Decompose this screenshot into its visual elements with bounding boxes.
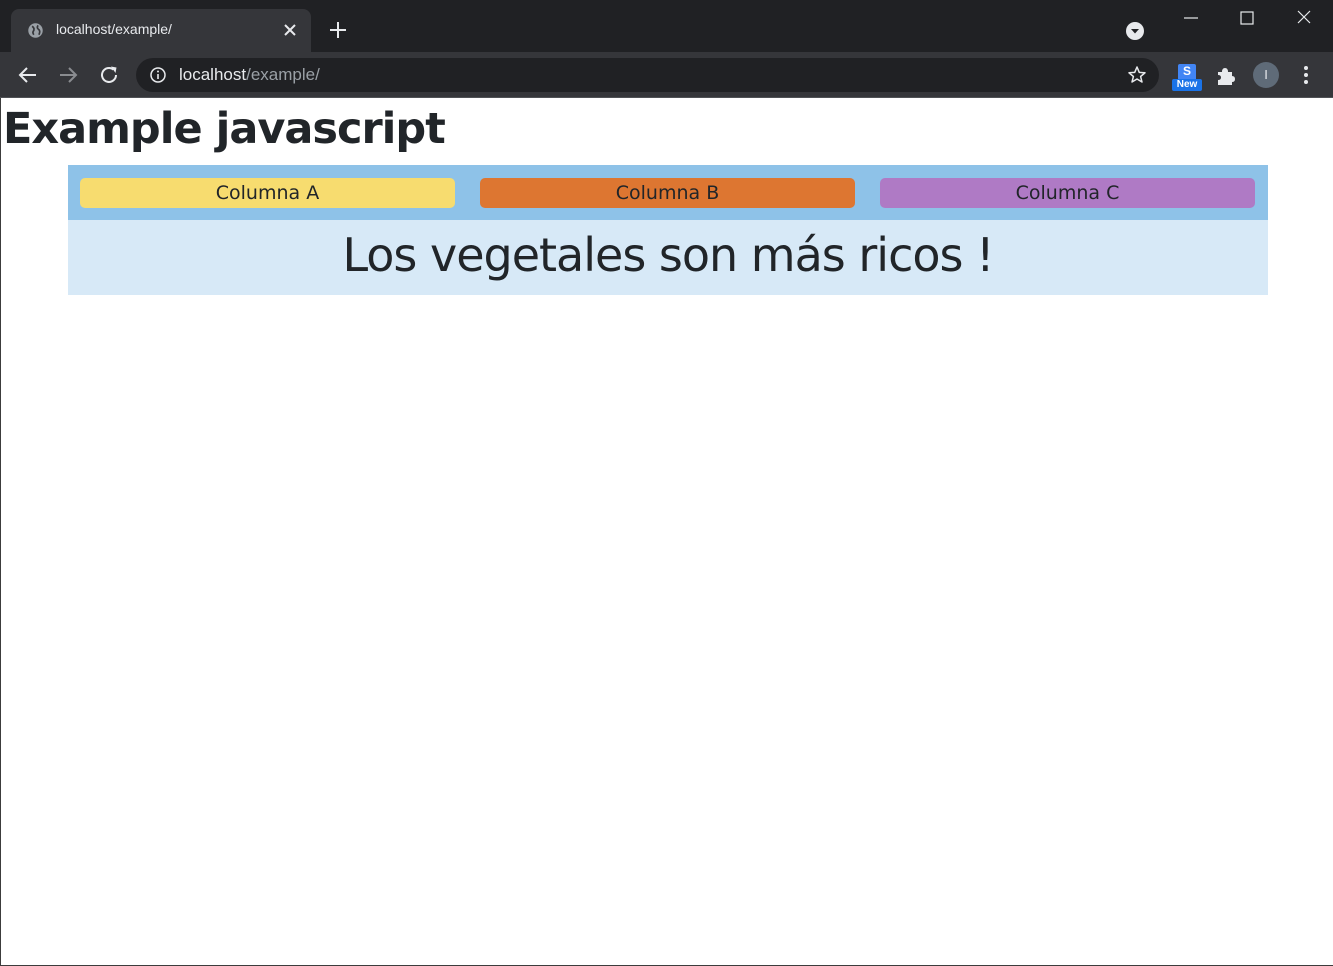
browser-tab[interactable]: localhost/example/	[11, 9, 311, 52]
star-icon[interactable]	[1127, 65, 1147, 85]
profile-avatar[interactable]: I	[1253, 62, 1279, 88]
forward-arrow-icon[interactable]	[56, 63, 80, 87]
close-icon[interactable]	[281, 21, 299, 39]
reload-icon[interactable]	[97, 63, 121, 87]
columna-c-button[interactable]: Columna C	[880, 178, 1255, 208]
window-close-icon[interactable]	[1289, 6, 1319, 30]
address-host: localhost	[179, 65, 247, 84]
button-row: Columna A Columna B Columna C	[68, 165, 1268, 220]
browser-titlebar: localhost/example/	[0, 0, 1333, 52]
minimize-icon[interactable]	[1176, 6, 1206, 30]
page-viewport: Example javascript Columna A Columna B C…	[0, 98, 1333, 966]
address-path: /example/	[246, 65, 320, 84]
puzzle-icon[interactable]	[1215, 65, 1237, 87]
more-vert-icon[interactable]	[1296, 64, 1316, 86]
address-bar[interactable]: localhost/example/	[136, 58, 1159, 92]
message-box: Los vegetales son más ricos !	[68, 220, 1268, 295]
tab-title: localhost/example/	[56, 21, 172, 37]
back-arrow-icon[interactable]	[16, 63, 40, 87]
extension-logo-icon: S	[1178, 64, 1196, 79]
plus-icon[interactable]	[327, 19, 349, 41]
page-title: Example javascript	[3, 104, 446, 154]
message-text: Los vegetales son más ricos !	[342, 228, 994, 282]
address-url[interactable]: localhost/example/	[179, 65, 320, 85]
extension-new-button[interactable]: S New	[1172, 64, 1202, 92]
globe-icon	[28, 23, 43, 38]
content-container: Columna A Columna B Columna C Los vegeta…	[68, 165, 1268, 295]
columna-b-button[interactable]: Columna B	[480, 178, 855, 208]
browser-toolbar: localhost/example/ S New I	[0, 52, 1333, 98]
info-icon[interactable]	[149, 66, 167, 84]
tab-search-icon[interactable]	[1125, 21, 1145, 41]
maximize-icon[interactable]	[1232, 6, 1262, 30]
extension-new-badge: New	[1172, 79, 1202, 91]
columna-a-button[interactable]: Columna A	[80, 178, 455, 208]
